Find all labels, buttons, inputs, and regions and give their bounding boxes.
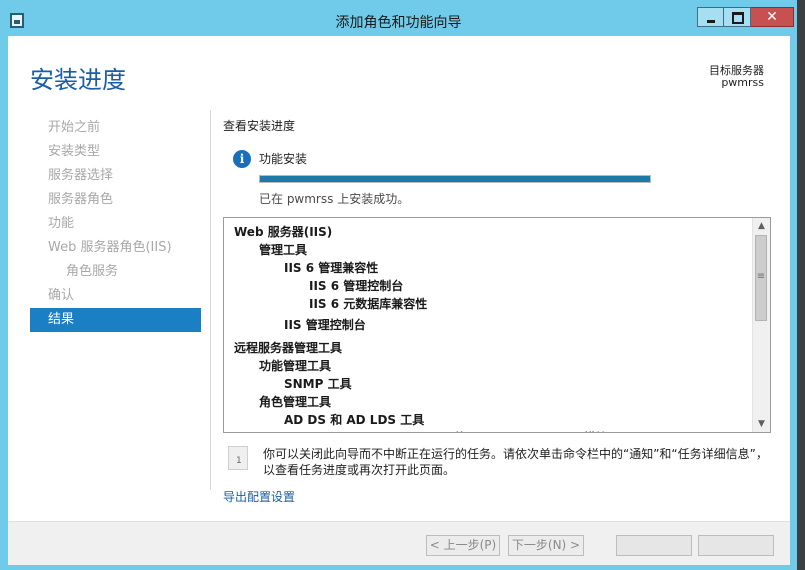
export-config-link[interactable]: 导出配置设置 — [223, 488, 295, 505]
install-button[interactable] — [616, 535, 692, 556]
nav-item-7: 确认 — [48, 288, 75, 303]
scroll-grip-icon: ≡ — [756, 271, 766, 282]
section-label: 查看安装进度 — [223, 119, 296, 133]
feature-install-label: 功能安装 — [259, 152, 308, 166]
install-progress-bar — [259, 175, 651, 183]
result-item: AD DS 和 AD LDS 工具 — [284, 413, 425, 427]
results-list[interactable]: Web 服务器(IIS) 管理工具 IIS 6 管理兼容性 IIS 6 管理控制台 II… — [223, 217, 771, 433]
notification-count: 1 — [236, 456, 242, 466]
result-item: 角色管理工具 — [259, 395, 332, 409]
results-scrollbar[interactable]: ▲ ≡ ▼ — [752, 218, 770, 432]
result-item: 远程服务器管理工具 — [234, 341, 343, 355]
result-item: Web 服务器(IIS) — [234, 225, 333, 239]
results-tree: Web 服务器(IIS) 管理工具 IIS 6 管理兼容性 IIS 6 管理控制台 II… — [224, 218, 753, 432]
nav-item-5: Web 服务器角色(IIS) — [48, 240, 172, 255]
nav-item-2: 服务器选择 — [48, 168, 114, 183]
desktop-background — [797, 0, 805, 570]
result-item: IIS 6 管理兼容性 — [284, 261, 379, 275]
destination-server-name: pwmrss — [721, 76, 764, 89]
scroll-thumb[interactable]: ≡ — [755, 235, 767, 321]
nav-item-3: 服务器角色 — [48, 192, 114, 207]
scroll-down-icon[interactable]: ▼ — [753, 416, 770, 432]
nav-item-0: 开始之前 — [48, 120, 101, 135]
result-item: 功能管理工具 — [259, 359, 332, 373]
next-button[interactable]: 下一步(N) > — [508, 535, 584, 556]
result-item: SNMP 工具 — [284, 377, 352, 391]
result-item: IIS 6 元数据库兼容性 — [309, 297, 428, 311]
maximize-button[interactable] — [724, 7, 751, 27]
result-item: IIS 6 管理控制台 — [309, 279, 404, 293]
nav-divider — [210, 110, 211, 490]
info-icon: i — [233, 150, 251, 168]
wizard-steps-nav: 开始之前安装类型服务器选择服务器角色功能 Web 服务器角色(IIS) 角色服务确认… — [30, 116, 201, 332]
nav-item-6: 角色服务 — [66, 264, 119, 279]
wizard-window: 添加角色和功能向导 ✕ 安装进度 目标服务器 pwmrss 开始之前 安装类型 服务… — [0, 0, 797, 570]
nav-item-4: 功能 — [48, 216, 75, 231]
scroll-up-icon[interactable]: ▲ — [753, 218, 770, 234]
wizard-footer: < 上一步(P) 下一步(N) > — [8, 521, 790, 565]
close-icon: ✕ — [766, 9, 778, 25]
wizard-content: 安装进度 目标服务器 pwmrss 开始之前 安装类型 服务器选择 服务器角色 功能 We… — [8, 36, 790, 565]
notification-flag-icon: 1 — [228, 446, 248, 470]
result-item: IIS 管理控制台 — [284, 318, 366, 332]
cancel-button[interactable] — [698, 535, 774, 556]
result-item: Windows PowerShell 的 Active Directory 模块 — [309, 429, 608, 432]
nav-item-1: 安装类型 — [48, 144, 101, 159]
nav-item-8[interactable]: 结果 — [30, 308, 201, 332]
install-status-text: 已在 pwmrss 上安装成功。 — [259, 192, 410, 206]
result-item: 管理工具 — [259, 243, 308, 257]
close-button[interactable]: ✕ — [751, 7, 794, 27]
page-title: 安装进度 — [30, 66, 126, 94]
minimize-button[interactable] — [697, 7, 724, 27]
install-progress-fill — [260, 176, 650, 182]
previous-button[interactable]: < 上一步(P) — [426, 535, 500, 556]
note-text: 你可以关闭此向导而不中断正在运行的任务。请依次单击命令栏中的“通知”和“任务详细… — [263, 447, 768, 477]
title-bar[interactable]: 添加角色和功能向导 ✕ — [0, 0, 797, 36]
window-title: 添加角色和功能向导 — [335, 15, 462, 31]
